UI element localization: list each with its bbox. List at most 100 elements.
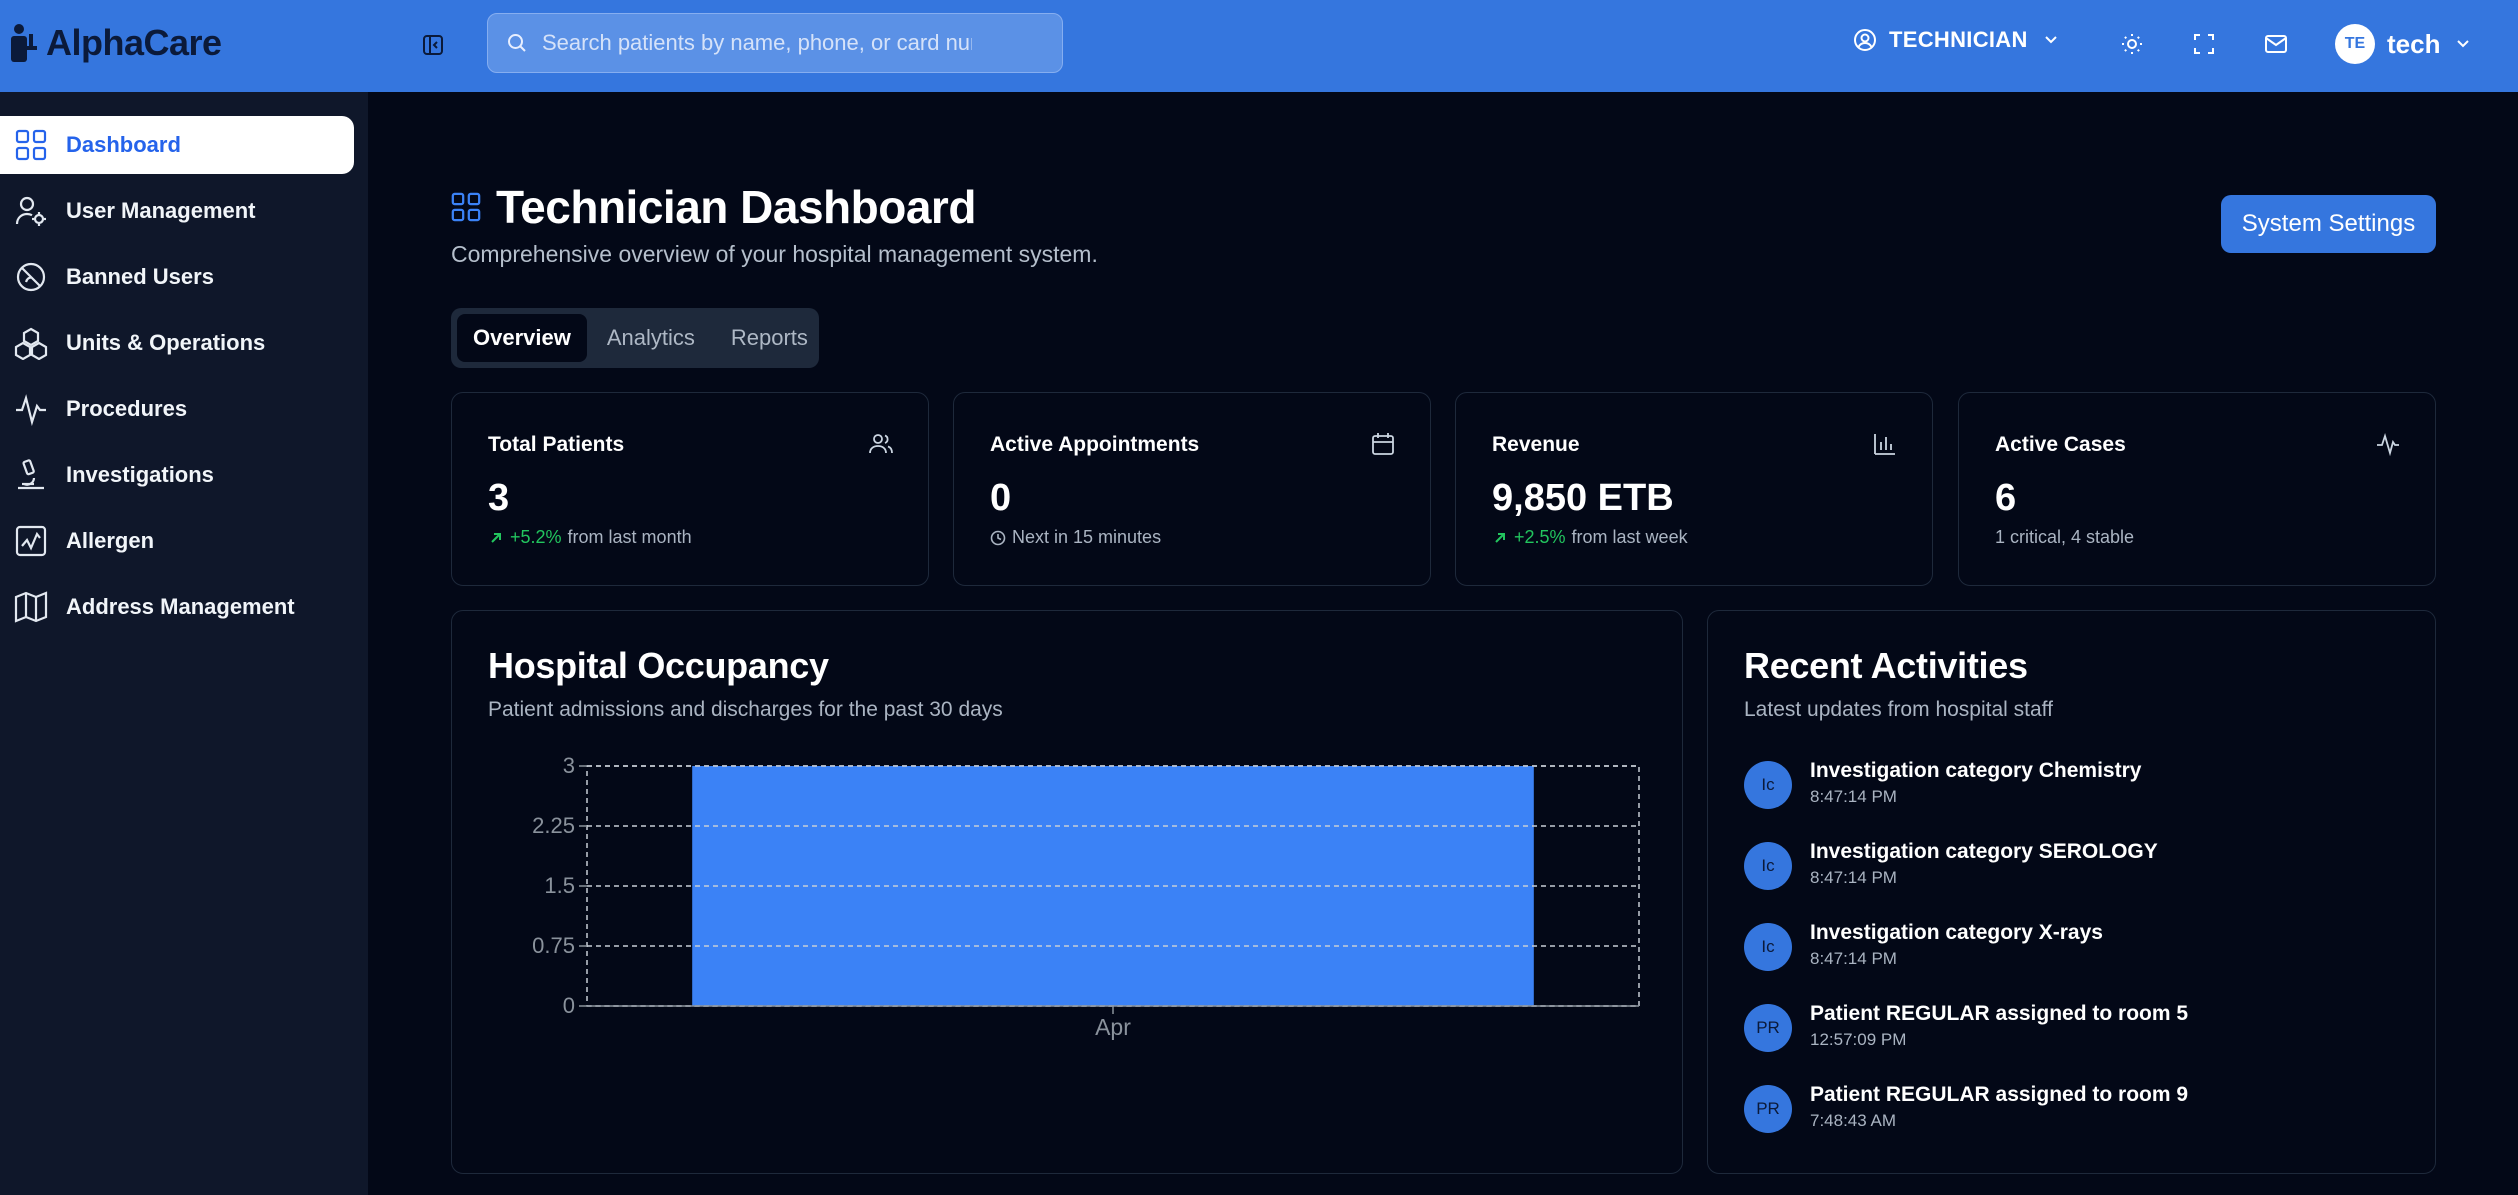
stat-trend: +5.2% <box>510 527 562 547</box>
messages-button[interactable] <box>2260 28 2292 60</box>
doctor-logo-icon <box>11 24 37 62</box>
sidebar: Dashboard User Management Banned Users U… <box>0 92 368 1195</box>
app-name: AlphaCare <box>46 22 222 63</box>
stat-card-active-cases: Active Cases 6 1 critical, 4 stable <box>1958 392 2436 586</box>
activity-avatar: PR <box>1744 1085 1792 1133</box>
tab-overview[interactable]: Overview <box>457 314 587 362</box>
stat-value: 9,850 ETB <box>1492 477 1674 519</box>
system-settings-button[interactable]: System Settings <box>2221 195 2436 253</box>
activity-avatar: Ic <box>1744 923 1792 971</box>
stat-title: Total Patients <box>488 433 625 456</box>
cubes-icon <box>14 327 48 360</box>
map-icon <box>14 591 48 623</box>
chart-y-tick-label: 2.25 <box>532 813 575 838</box>
bar-chart-icon <box>1874 434 1895 455</box>
search-input[interactable] <box>542 30 972 56</box>
sidebar-item-label: Dashboard <box>66 132 181 157</box>
app-logo[interactable]: AlphaCare <box>8 22 222 64</box>
activity-item: PR Patient REGULAR assigned to room 5 12… <box>1744 1000 2188 1052</box>
activity-time: 12:57:09 PM <box>1810 1030 1907 1049</box>
page-subtitle: Comprehensive overview of your hospital … <box>451 241 1098 267</box>
activities-subtitle: Latest updates from hospital staff <box>1744 698 2053 721</box>
sidebar-item-procedures[interactable]: Procedures <box>0 380 354 438</box>
tab-analytics[interactable]: Analytics <box>591 314 711 362</box>
chevron-down-icon <box>2044 36 2057 44</box>
chart-y-tick-label: 0.75 <box>532 933 575 958</box>
tab-reports[interactable]: Reports <box>715 314 824 362</box>
stat-note-text: from last month <box>567 527 692 547</box>
stat-note: +5.2% from last month <box>488 527 692 548</box>
grid-icon <box>15 129 47 161</box>
page-title: Technician Dashboard <box>496 181 976 233</box>
ban-icon <box>16 262 46 292</box>
activity-title: Investigation category SEROLOGY <box>1810 840 2158 863</box>
user-circle-icon <box>1854 29 1876 51</box>
sidebar-item-label: User Management <box>66 198 256 223</box>
pulse-icon <box>2377 432 2399 457</box>
tab-bar: Overview Analytics Reports <box>451 308 819 368</box>
calendar-icon <box>1372 433 1394 455</box>
occupancy-chart: 0 0.75 1.5 2.25 3 Apr <box>532 753 1640 1040</box>
sidebar-item-label: Investigations <box>66 462 214 487</box>
page-header: Technician Dashboard <box>450 180 976 234</box>
stat-note-text: 1 critical, 4 stable <box>1995 527 2135 547</box>
users-icon <box>869 434 893 454</box>
sidebar-item-label: Allergen <box>66 528 155 553</box>
stat-note: 1 critical, 4 stable <box>1995 527 2134 548</box>
sidebar-toggle-icon <box>423 35 443 55</box>
stat-note-text: from last week <box>1571 527 1688 547</box>
sidebar-item-user-management[interactable]: User Management <box>0 182 354 240</box>
stat-value: 3 <box>488 477 510 519</box>
sidebar-item-allergen[interactable]: Allergen <box>0 512 354 570</box>
theme-toggle-button[interactable] <box>2116 28 2148 60</box>
search-icon <box>508 34 526 52</box>
stat-title: Active Appointments <box>990 433 1200 456</box>
avatar: TE <box>2335 24 2375 64</box>
activity-time: 8:47:14 PM <box>1810 868 1897 887</box>
activity-title: Investigation category X-rays <box>1810 921 2103 944</box>
activity-item: PR Patient REGULAR assigned to room 9 7:… <box>1744 1081 2188 1133</box>
search-bar[interactable] <box>487 13 1063 73</box>
sidebar-item-label: Address Management <box>66 594 295 619</box>
stat-note-text: Next in 15 minutes <box>1012 527 1162 547</box>
user-gear-icon <box>15 196 46 226</box>
sidebar-item-label: Procedures <box>66 396 188 421</box>
activity-time: 7:48:43 AM <box>1810 1111 1897 1130</box>
role-selector[interactable]: TECHNICIAN <box>1853 27 2062 53</box>
top-bar: AlphaCare TECHNICIAN <box>0 0 2518 92</box>
mail-icon <box>2265 35 2287 53</box>
occupancy-panel: Hospital Occupancy Patient admissions an… <box>451 610 1683 1174</box>
user-menu[interactable]: TE tech <box>2335 24 2474 64</box>
grid-icon <box>451 192 481 222</box>
sun-icon <box>2122 34 2142 54</box>
chart-x-tick-label: Apr <box>1095 1014 1131 1040</box>
chart-y-tick-label: 3 <box>563 753 575 778</box>
sidebar-item-units-operations[interactable]: Units & Operations <box>0 314 354 372</box>
sidebar-item-label: Units & Operations <box>66 330 266 355</box>
fullscreen-button[interactable] <box>2188 28 2220 60</box>
activity-avatar: Ic <box>1744 842 1792 890</box>
sidebar-item-label: Banned Users <box>66 264 214 289</box>
sidebar-item-address-management[interactable]: Address Management <box>0 578 354 636</box>
activity-avatar: Ic <box>1744 761 1792 809</box>
activity-avatar: PR <box>1744 1004 1792 1052</box>
sidebar-item-investigations[interactable]: Investigations <box>0 446 354 504</box>
stat-card-total-patients: Total Patients 3 +5.2% from last month <box>451 392 929 586</box>
arrow-up-right-icon <box>491 532 501 543</box>
clock-icon <box>990 530 1006 545</box>
sidebar-item-dashboard[interactable]: Dashboard <box>0 116 354 174</box>
sidebar-toggle-button[interactable] <box>418 30 448 60</box>
chart-y-tick-label: 0 <box>563 993 575 1018</box>
stat-note: +2.5% from last week <box>1492 527 1688 548</box>
activity-title: Investigation category Chemistry <box>1810 759 2142 782</box>
activity-item: Ic Investigation category Chemistry 8:47… <box>1744 757 2141 809</box>
activity-item: Ic Investigation category X-rays 8:47:14… <box>1744 919 2103 971</box>
sidebar-item-banned-users[interactable]: Banned Users <box>0 248 354 306</box>
chevron-down-icon <box>2457 40 2470 48</box>
stat-value: 6 <box>1995 477 2017 519</box>
recent-activities-panel: Recent Activities Latest updates from ho… <box>1707 610 2436 1174</box>
arrow-up-right-icon <box>1495 532 1505 543</box>
stat-note: Next in 15 minutes <box>990 527 1161 548</box>
activities-title: Recent Activities <box>1744 645 2028 686</box>
microscope-icon <box>18 459 44 490</box>
